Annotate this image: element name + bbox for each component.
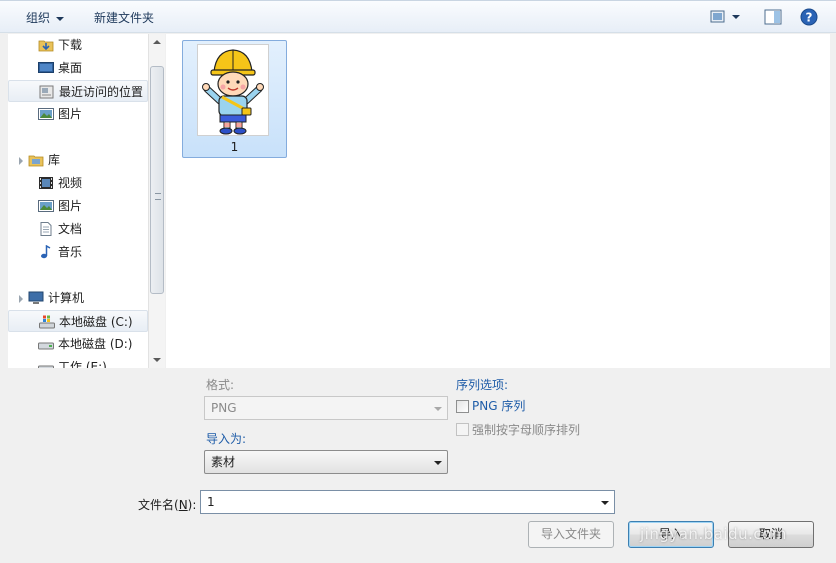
documents-icon — [40, 222, 52, 236]
nav-item-label: 本地磁盘 (C:) — [59, 315, 133, 329]
recent-places-icon — [39, 85, 54, 99]
command-toolbar: 组织 新建文件夹 ? — [0, 0, 836, 33]
nav-item-label: 图片 — [58, 199, 83, 213]
nav-item-label: 图片 — [58, 107, 83, 121]
import-as-value: 素材 — [211, 455, 236, 469]
nav-item-label: 计算机 — [48, 291, 85, 305]
preview-pane-icon[interactable] — [764, 8, 782, 26]
nav-item-drive-d[interactable]: 本地磁盘 (D:) — [8, 333, 148, 355]
file-name: 1 — [230, 140, 239, 154]
nav-item-drive-c[interactable]: 本地磁盘 (C:) — [8, 310, 148, 332]
nav-item-downloads[interactable]: 下载 — [8, 34, 148, 56]
pictures-icon — [38, 200, 54, 212]
chevron-down-icon — [434, 461, 442, 465]
nav-item-label: 下载 — [58, 38, 83, 52]
filename-value: 1 — [207, 495, 215, 509]
sequence-options-label: 序列选项: — [456, 378, 509, 392]
filename-input[interactable]: 1 — [200, 490, 615, 514]
nav-item-pictures[interactable]: 图片 — [8, 103, 148, 125]
watermark: jingyan.baidu.com — [640, 525, 787, 543]
nav-item-recent-places[interactable]: 最近访问的位置 — [8, 80, 148, 102]
chevron-down-icon — [56, 16, 65, 21]
scrollbar-thumb[interactable] — [150, 66, 164, 294]
format-value: PNG — [211, 401, 237, 415]
png-sequence-label[interactable]: PNG 序列 — [472, 397, 525, 414]
nav-item-music[interactable]: 音乐 — [8, 241, 148, 263]
chevron-down-icon — [434, 407, 442, 411]
png-sequence-checkbox[interactable] — [456, 400, 469, 413]
download-folder-icon — [38, 40, 54, 52]
nav-item-label: 最近访问的位置 — [59, 85, 144, 99]
chevron-down-icon[interactable] — [601, 501, 609, 505]
cartoon-boy-image — [202, 49, 264, 135]
force-alphabetical-checkbox — [456, 423, 469, 436]
help-icon[interactable]: ? — [800, 8, 818, 26]
organize-label: 组织 — [26, 11, 51, 25]
nav-scrollbar[interactable] — [148, 34, 165, 368]
nav-item-documents[interactable]: 文档 — [8, 218, 148, 240]
music-icon — [41, 245, 51, 259]
nav-item-pictures-library[interactable]: 图片 — [8, 195, 148, 217]
scroll-down-arrow-icon[interactable] — [153, 358, 161, 362]
filename-label: 文件名(N): — [138, 498, 197, 512]
import-as-label: 导入为: — [206, 432, 247, 446]
format-select: PNG — [204, 396, 448, 420]
nav-item-label: 文档 — [58, 222, 83, 236]
computer-icon — [28, 291, 44, 304]
file-item[interactable]: 1 — [182, 40, 287, 158]
nav-item-drive-e[interactable]: 工作 (E:) — [8, 356, 148, 368]
nav-item-computer[interactable]: 计算机 — [8, 287, 148, 309]
view-icon[interactable] — [710, 8, 740, 26]
grip-icon — [155, 193, 161, 200]
import-folder-button: 导入文件夹 — [528, 521, 614, 548]
cartoon-boy-thumbnail — [197, 44, 269, 136]
organize-button[interactable]: 组织 — [26, 9, 65, 27]
desktop-icon — [38, 62, 54, 73]
new-folder-button[interactable]: 新建文件夹 — [94, 9, 154, 27]
expand-arrow-icon[interactable] — [19, 157, 23, 165]
nav-item-label: 视频 — [58, 176, 83, 190]
svg-text:?: ? — [806, 11, 813, 25]
drive-icon — [38, 365, 54, 368]
nav-item-label: 桌面 — [58, 61, 83, 75]
nav-item-desktop[interactable]: 桌面 — [8, 57, 148, 79]
libraries-icon — [28, 155, 44, 167]
force-alphabetical-label: 强制按字母顺序排列 — [472, 423, 581, 437]
pictures-icon — [38, 108, 54, 120]
nav-item-label: 工作 (E:) — [58, 360, 107, 368]
drive-icon — [38, 342, 54, 350]
nav-item-libraries[interactable]: 库 — [8, 149, 148, 171]
expand-arrow-icon[interactable] — [19, 295, 23, 303]
nav-item-label: 库 — [48, 153, 61, 167]
file-list-pane: 1 — [166, 34, 830, 368]
system-drive-icon — [39, 315, 55, 329]
format-label: 格式: — [206, 378, 235, 392]
navigation-pane: 下载 桌面 最近访问的位置 图片 库 视频 图片 文档 音乐 计算机 本地磁盘 … — [8, 34, 165, 368]
scroll-up-arrow-icon[interactable] — [153, 40, 161, 44]
import-as-select[interactable]: 素材 — [204, 450, 448, 474]
nav-item-label: 音乐 — [58, 245, 83, 259]
nav-item-label: 本地磁盘 (D:) — [58, 337, 133, 351]
videos-icon — [39, 177, 53, 189]
nav-item-videos[interactable]: 视频 — [8, 172, 148, 194]
